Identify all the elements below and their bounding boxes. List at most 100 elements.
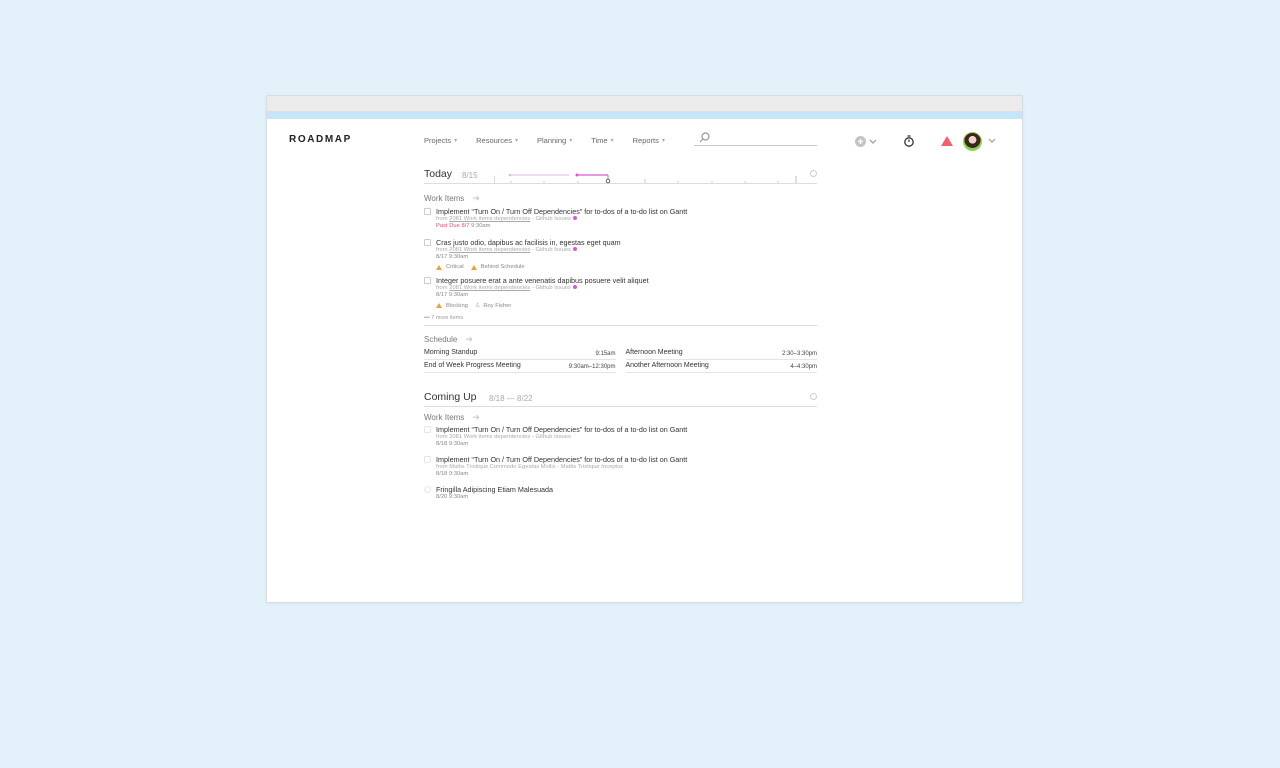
alert-icon[interactable] <box>941 136 953 146</box>
meta-from: from <box>436 285 448 291</box>
nav-resources-label: Resources <box>476 136 512 145</box>
past-due-text: Past Due 8/7 <box>436 223 470 229</box>
schedule-grid: Morning Standup 9:15am Afternoon Meeting… <box>424 347 817 373</box>
nav-time[interactable]: Time ▾ <box>591 136 613 145</box>
item-title[interactable]: Cras justo odio, dapibus ac facilisis in… <box>436 238 817 247</box>
today-date: 8/15 <box>462 171 478 180</box>
schedule-event[interactable]: End of Week Progress Meeting 9:30am–12:3… <box>424 360 616 373</box>
assignee[interactable]: ♙ Roy Fisher <box>474 302 512 310</box>
accent-bar <box>267 112 1022 119</box>
nav-projects-label: Projects <box>424 136 452 145</box>
event-name: End of Week Progress Meeting <box>424 362 521 369</box>
item-title[interactable]: Implement “Turn On / Turn Off Dependenci… <box>436 207 817 216</box>
avatar[interactable] <box>963 132 982 151</box>
item-title[interactable]: Implement “Turn On / Turn Off Dependenci… <box>436 455 817 464</box>
schedule-label: Schedule <box>424 335 458 344</box>
project-link[interactable]: 2081 Work items dependencies <box>449 285 530 291</box>
project-link[interactable]: 2081 Work items dependencies <box>449 216 530 222</box>
nav-projects[interactable]: Projects ▾ <box>424 136 457 145</box>
list-item: Implement “Turn On / Turn Off Dependenci… <box>424 425 817 448</box>
main-content: Today 8/15 Work Items ➜ Implement “Turn … <box>424 166 817 501</box>
app-logo[interactable]: ROADMAP <box>289 134 352 145</box>
item-title[interactable]: Implement “Turn On / Turn Off Dependenci… <box>436 425 817 434</box>
warning-icon <box>436 264 442 270</box>
project-link[interactable]: 2081 Work items dependencies <box>449 247 530 253</box>
arrow-right-icon[interactable]: ➜ <box>472 412 480 423</box>
due-date: 8/18 9:30am <box>436 441 469 447</box>
item-title[interactable]: Fringilla Adipiscing Etiam Malesuada <box>436 485 817 494</box>
more-items-link[interactable]: ••• 7 more items <box>424 315 817 326</box>
today-title: Today <box>424 168 453 180</box>
schedule-event[interactable]: Afternoon Meeting 2:30–3:30pm <box>625 347 817 360</box>
todo-checkbox[interactable] <box>424 277 431 284</box>
list-item: Cras justo odio, dapibus ac facilisis in… <box>424 238 817 270</box>
tag-blocking: Blocking <box>436 303 468 309</box>
item-meta: from Mattis Tristique Commodo Egestas Mo… <box>436 464 624 470</box>
day-timeline[interactable] <box>494 166 797 184</box>
todo-checkbox[interactable] <box>424 456 431 463</box>
event-time: 9:30am–12:30pm <box>568 364 616 370</box>
schedule-header: Schedule ➜ <box>424 334 817 345</box>
due-date: 8/20 9:30am <box>436 494 469 500</box>
main-nav: Projects ▾ Resources ▾ Planning ▾ Time ▾ Rep… <box>424 136 684 145</box>
nav-reports[interactable]: Reports ▾ <box>633 136 665 145</box>
tag-critical: Critical <box>436 264 464 270</box>
due-date: 8/17 9:30am <box>436 292 469 298</box>
schedule-event[interactable]: Morning Standup 9:15am <box>424 347 616 360</box>
event-name: Morning Standup <box>424 349 478 356</box>
tag-label: Behind Schedule <box>480 264 525 270</box>
warning-icon <box>436 303 442 308</box>
event-time: 2:30–3:30pm <box>781 351 817 357</box>
chevron-down-icon: ▾ <box>454 138 458 144</box>
todo-checkbox[interactable] <box>424 486 431 493</box>
chevron-down-icon[interactable] <box>988 138 996 144</box>
gear-icon[interactable] <box>810 170 817 177</box>
list-item: Fringilla Adipiscing Etiam Malesuada 8/2… <box>424 485 817 501</box>
tag-label: Blocking <box>446 302 468 309</box>
item-title[interactable]: Integer posuere erat a ante venenatis da… <box>436 276 817 285</box>
chevron-down-icon <box>869 139 877 144</box>
due-date: 8/18 9:30am <box>436 471 469 477</box>
item-tags: Critical Behind Schedule <box>436 264 817 270</box>
list-item: Implement “Turn On / Turn Off Dependenci… <box>424 207 817 230</box>
search-input[interactable] <box>694 130 817 146</box>
nav-resources[interactable]: Resources ▾ <box>476 136 518 145</box>
event-name: Another Afternoon Meeting <box>625 362 709 369</box>
window-titlebar <box>267 96 1022 112</box>
gear-icon[interactable] <box>810 393 817 400</box>
assignee-name: Roy Fisher <box>483 302 512 309</box>
meta-source: - Github Issues <box>531 247 571 253</box>
person-icon: ♙ <box>474 303 481 309</box>
coming-up-title: Coming Up <box>424 391 477 403</box>
chevron-down-icon: ▾ <box>514 138 518 144</box>
todo-checkbox[interactable] <box>424 208 431 215</box>
nav-planning-label: Planning <box>536 136 567 145</box>
chevron-down-icon: ▾ <box>610 138 614 144</box>
timer-icon[interactable] <box>903 134 915 148</box>
list-item: Integer posuere erat a ante venenatis da… <box>424 276 817 309</box>
tag-behind-schedule: Behind Schedule <box>470 264 525 270</box>
meta-from: from <box>436 247 448 253</box>
schedule-event[interactable]: Another Afternoon Meeting 4–4:30pm <box>625 360 817 373</box>
coming-up-header: Coming Up 8/18 — 8/22 <box>424 389 817 407</box>
search-icon <box>699 132 710 143</box>
coming-up-date: 8/18 — 8/22 <box>489 394 533 403</box>
chevron-down-icon: ▾ <box>569 138 573 144</box>
arrow-right-icon[interactable]: ➜ <box>472 193 480 204</box>
arrow-right-icon[interactable]: ➜ <box>465 334 473 345</box>
nav-reports-label: Reports <box>632 136 659 145</box>
item-meta: from 2081 Work items dependencies - Gith… <box>436 285 817 292</box>
todo-checkbox[interactable] <box>424 239 431 246</box>
nav-planning[interactable]: Planning ▾ <box>537 136 572 145</box>
past-due-label: Past Due 8/7 9:30am <box>436 223 817 230</box>
item-meta: from 2081 Work items dependencies - Gith… <box>436 247 817 254</box>
chevron-down-icon: ▾ <box>661 138 665 144</box>
meta-from: from <box>436 216 448 222</box>
meta-source: - Github Issues <box>531 285 571 291</box>
add-menu-button[interactable] <box>854 134 880 150</box>
list-item: Implement “Turn On / Turn Off Dependenci… <box>424 455 817 478</box>
coming-up-work-items-header: Work Items ➜ <box>424 412 817 423</box>
event-time: 9:15am <box>595 351 616 357</box>
todo-checkbox[interactable] <box>424 426 431 433</box>
item-meta: from 2081 Work items dependencies - Gith… <box>436 216 817 223</box>
